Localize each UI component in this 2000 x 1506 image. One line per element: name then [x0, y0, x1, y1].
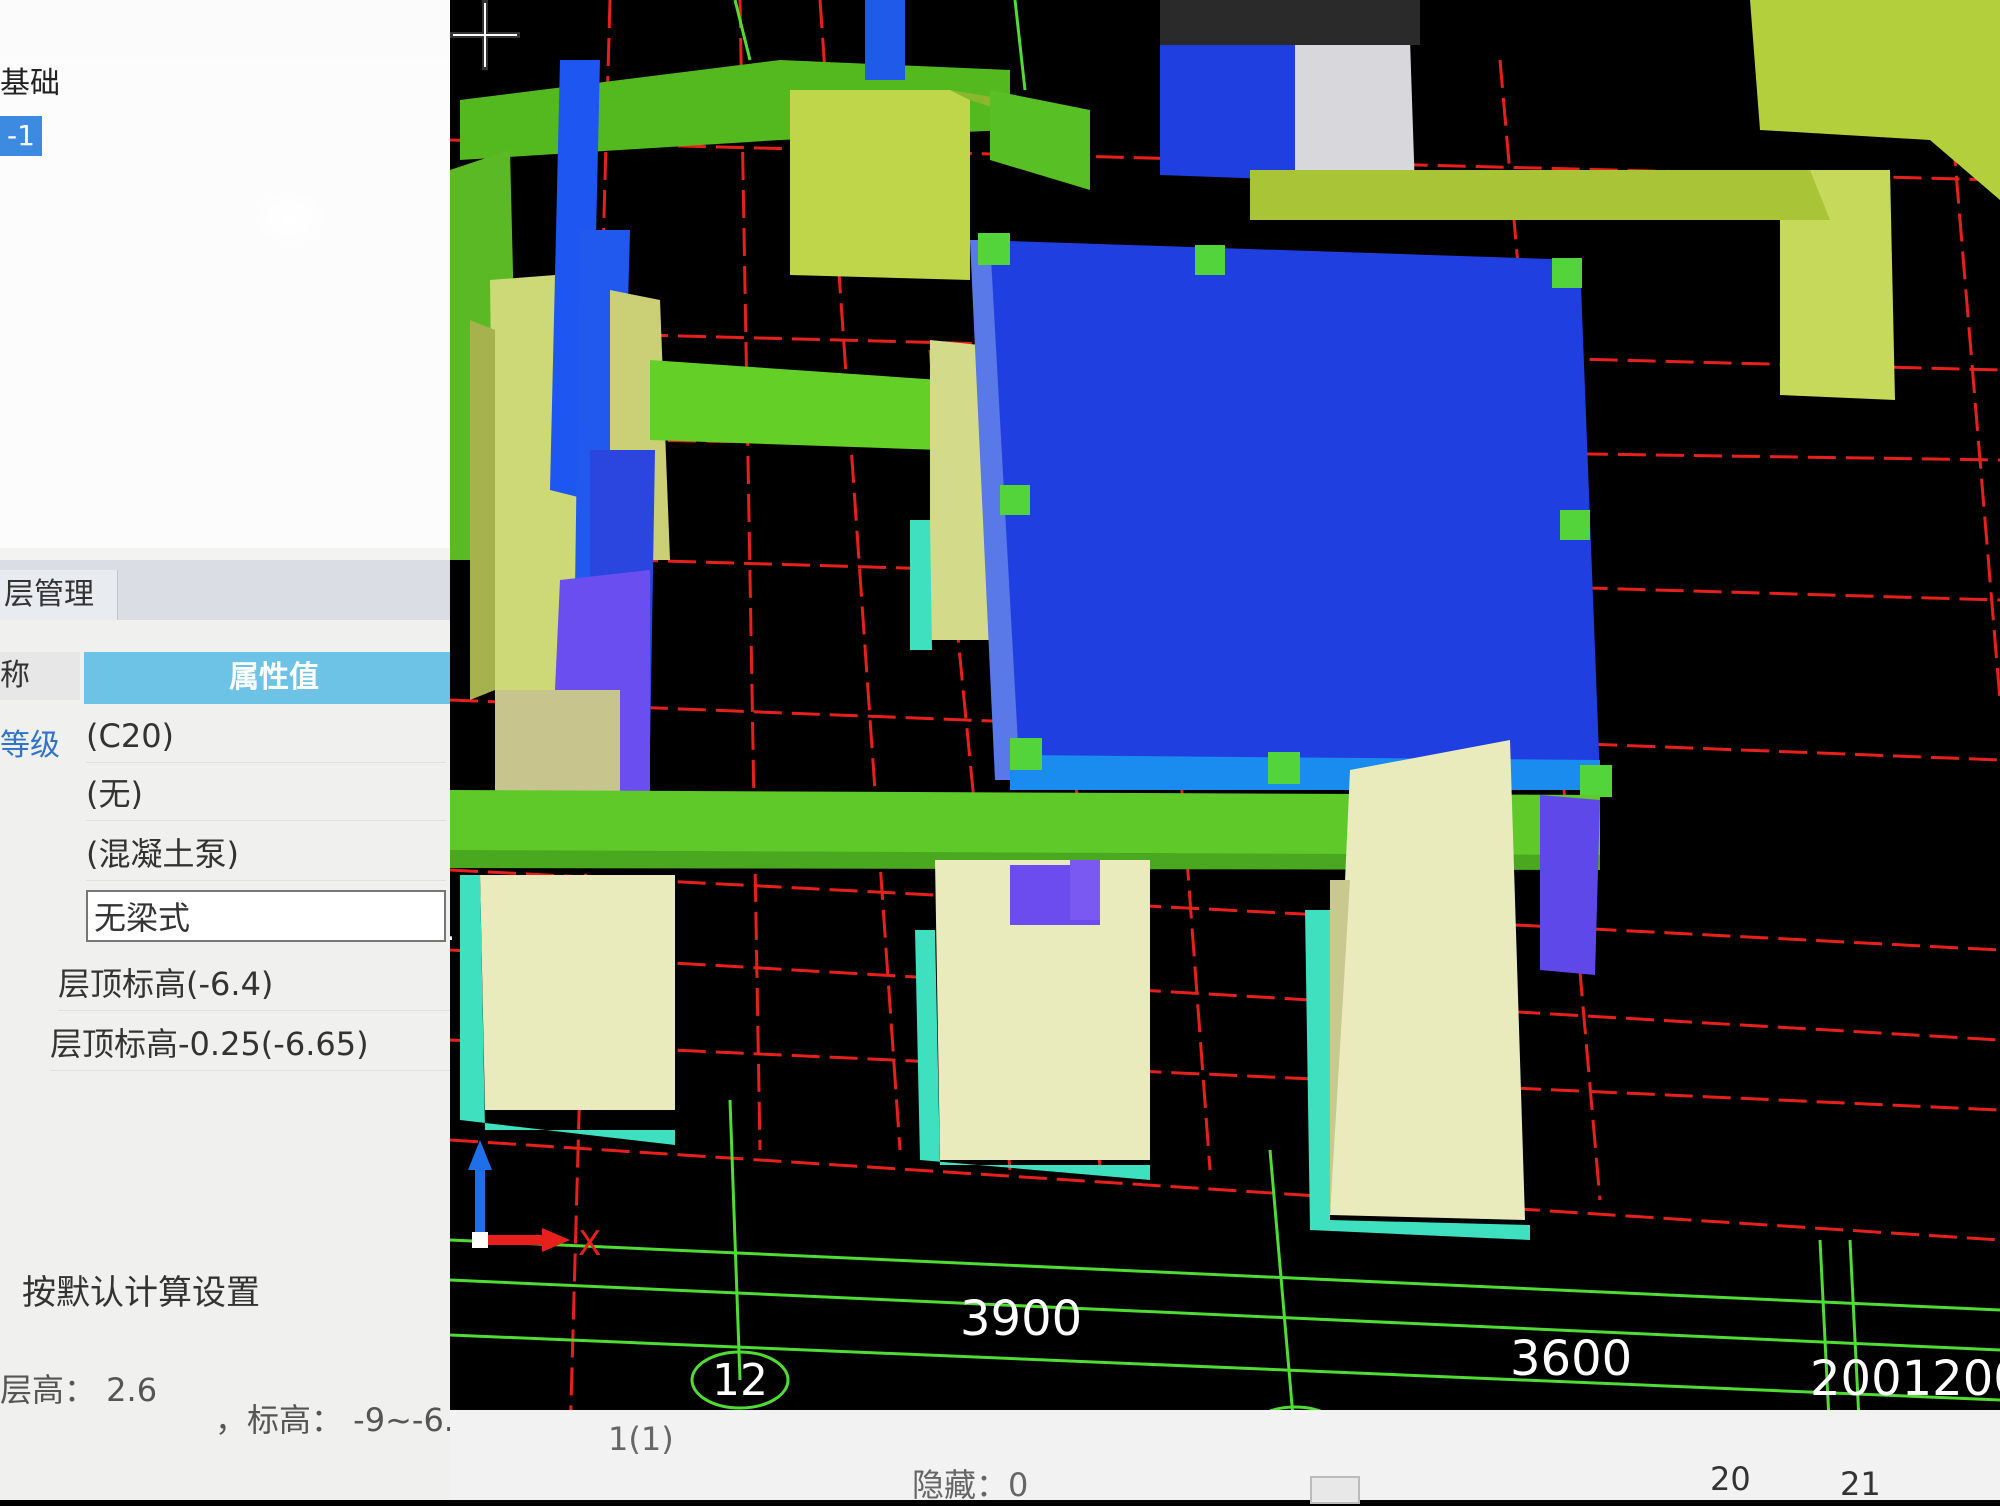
- slab-pad-8: [1000, 485, 1030, 515]
- 3d-viewport[interactable]: 11 B A 00 3900 3600 2001200 12 17 X: [450, 0, 2000, 1440]
- row-value-bottom-elevation[interactable]: 层顶标高-0.25(-6.65): [50, 1018, 490, 1071]
- dimension-text-3900: 3900: [960, 1291, 1082, 1347]
- slab-edge-bottom: [1010, 755, 1600, 790]
- row-name-grade: 等级: [0, 728, 60, 763]
- left-footing-face: [470, 320, 495, 700]
- slab-pad-2: [1195, 245, 1225, 275]
- status-layer: 1(1): [608, 1420, 674, 1458]
- tree-item-selected[interactable]: -1: [0, 116, 42, 156]
- status-bar: 1(1) 隐藏：0 20 21: [450, 1410, 2000, 1504]
- viewport-canvas[interactable]: 11 B A 00 3900 3600 2001200 12 17 X: [450, 0, 2000, 1440]
- axis-label-21: 21: [1840, 1465, 1881, 1503]
- dimension-text-3600: 3600: [1510, 1331, 1632, 1387]
- tree-heading: 基础: [0, 66, 60, 101]
- status-hidden-count: 隐藏：0: [912, 1466, 1029, 1504]
- status-floor-height: 层高： 2.6: [0, 1371, 158, 1409]
- center-column-purple-2: [1070, 860, 1100, 920]
- axis-x-label: X: [578, 1224, 601, 1264]
- row-value-top-elevation[interactable]: 层顶标高(-6.4): [58, 958, 478, 1011]
- axis-label-11: 11: [450, 900, 456, 951]
- column-header-name: 称: [0, 652, 80, 700]
- axis-label-12: 12: [712, 1355, 768, 1406]
- dimension-text-2001200: 2001200: [1810, 1351, 2000, 1407]
- properties-panel: 层管理 × 称 属性值 等级 (C20) (无) (混凝土泵) 无梁式 层顶标高…: [0, 560, 520, 1500]
- slab-pad-7: [1560, 510, 1590, 540]
- footing-bottom-right: [1330, 740, 1525, 1220]
- status-elevation: ，标高： -9~-6.4: [215, 1401, 475, 1439]
- slab-pad-6: [1010, 738, 1042, 770]
- top-footing: [790, 90, 970, 280]
- footing-bottom-left: [480, 875, 675, 1110]
- top-right-block-blue: [1160, 30, 1300, 180]
- row-value-pump[interactable]: (混凝土泵): [86, 828, 446, 881]
- middle-footing-edge: [910, 520, 932, 650]
- slab-pad-1: [978, 233, 1010, 265]
- row-value-2[interactable]: (无): [86, 768, 446, 821]
- row-value-beam-type-input[interactable]: 无梁式: [86, 890, 446, 942]
- slab-top: [980, 240, 1600, 780]
- right-column-purple: [1540, 795, 1600, 975]
- properties-header: 层管理 ×: [0, 560, 520, 620]
- top-right-block-gray: [1295, 40, 1415, 190]
- row-value-grade[interactable]: (C20): [86, 710, 446, 763]
- slab-pad-4: [1268, 752, 1300, 784]
- tab-floor-management[interactable]: 层管理: [0, 570, 118, 620]
- slab-pad-5: [1580, 765, 1612, 797]
- column-header-value: 属性值: [84, 652, 464, 704]
- slab-pad-3: [1552, 258, 1582, 288]
- crosshair-cursor-icon: [450, 0, 520, 70]
- calc-setting-label[interactable]: 按默认计算设置: [22, 1265, 260, 1314]
- top-column-1: [865, 0, 905, 80]
- right-top-strip: [1250, 170, 1830, 220]
- axis-label-20: 20: [1710, 1460, 1751, 1498]
- top-right-dark: [1160, 0, 1420, 45]
- screen-glare: [250, 188, 330, 248]
